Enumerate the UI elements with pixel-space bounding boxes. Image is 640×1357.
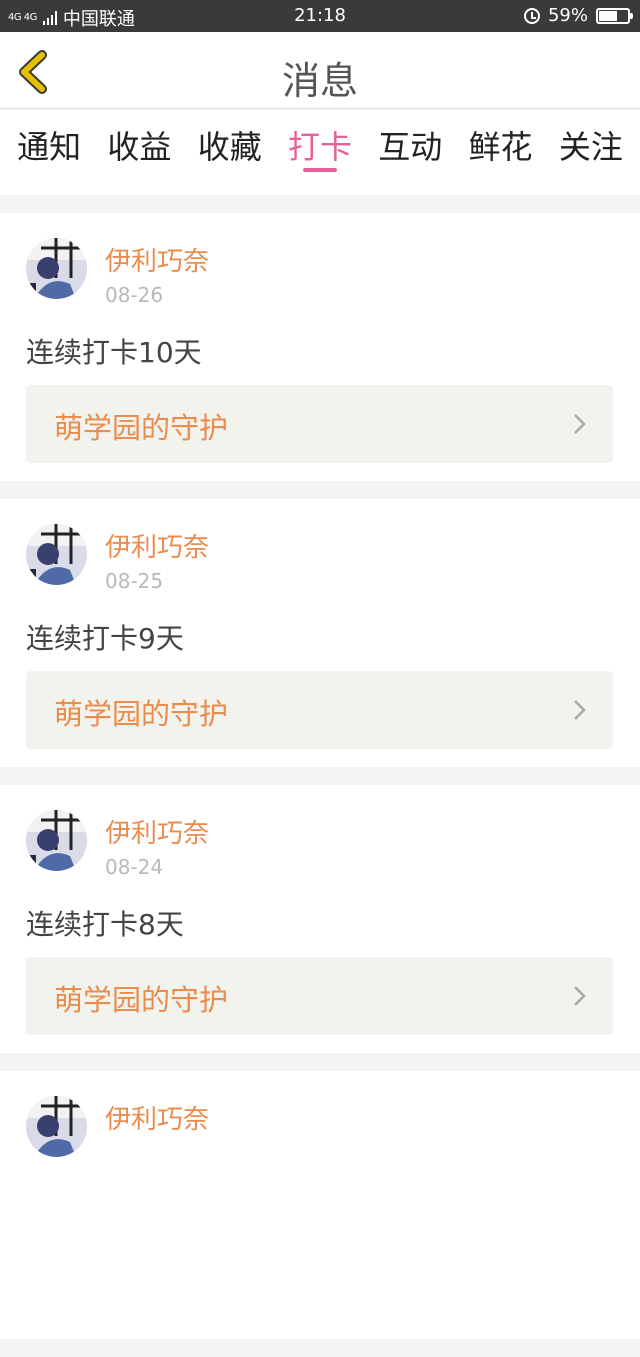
tab-bar: 通知 收益 收藏 打卡 互动 鲜花 关注 [0,110,640,195]
chevron-right-icon [574,414,586,434]
battery-icon [596,7,633,24]
linked-item[interactable]: 萌学园的守护 [26,671,613,749]
checkin-card: 伊利巧奈 08-24 连续打卡8天 萌学园的守护 [0,785,640,1053]
user-name[interactable]: 伊利巧奈 [105,1099,209,1136]
avatar-image [26,1096,87,1157]
status-bar: 4G 4G 中国联通 21:18 59% [0,0,640,32]
post-date: 08-25 [105,569,164,593]
avatar[interactable] [26,1096,87,1157]
avatar-image [26,810,87,871]
avatar-image [26,524,87,585]
tab-flowers[interactable]: 鲜花 [469,110,533,195]
tab-interaction[interactable]: 互动 [378,110,442,195]
page-title: 消息 [281,59,358,103]
checkin-text: 连续打卡8天 [26,908,184,941]
checkin-text: 连续打卡9天 [26,622,184,655]
post-date: 08-26 [105,283,164,307]
chevron-right-icon [574,986,586,1006]
tab-notifications[interactable]: 通知 [17,110,81,195]
checkin-text: 连续打卡10天 [26,336,202,369]
avatar-image [26,238,87,299]
user-name[interactable]: 伊利巧奈 [105,527,209,564]
user-name[interactable]: 伊利巧奈 [105,241,209,278]
linked-item[interactable]: 萌学园的守护 [26,385,613,463]
checkin-card: 伊利巧奈 08-26 连续打卡10天 萌学园的守护 [0,213,640,481]
linked-item-title: 萌学园的守护 [54,697,229,731]
message-feed: 伊利巧奈 08-26 连续打卡10天 萌学园的守护 伊利巧奈 08-25 连续打… [0,213,640,1357]
avatar[interactable] [26,524,87,585]
avatar[interactable] [26,238,87,299]
post-date: 08-24 [105,855,164,879]
linked-item[interactable]: 萌学园的守护 [26,957,613,1035]
status-right: 59% [523,5,633,26]
battery-fill [599,10,617,21]
chevron-right-icon [574,700,586,720]
linked-item-title: 萌学园的守护 [54,411,229,445]
battery-percent: 59% [547,5,588,26]
user-name[interactable]: 伊利巧奈 [105,813,209,850]
checkin-card: 伊利巧奈 08-25 连续打卡9天 萌学园的守护 [0,499,640,767]
linked-item-title: 萌学园的守护 [54,983,229,1017]
avatar[interactable] [26,810,87,871]
tab-earnings[interactable]: 收益 [107,110,171,195]
alarm-icon [523,7,540,24]
header: 消息 [0,32,640,109]
tab-following[interactable]: 关注 [559,110,623,195]
tab-favorites[interactable]: 收藏 [198,110,262,195]
checkin-card-partial: 伊利巧奈 [0,1071,640,1339]
tab-checkin[interactable]: 打卡 [288,110,352,195]
